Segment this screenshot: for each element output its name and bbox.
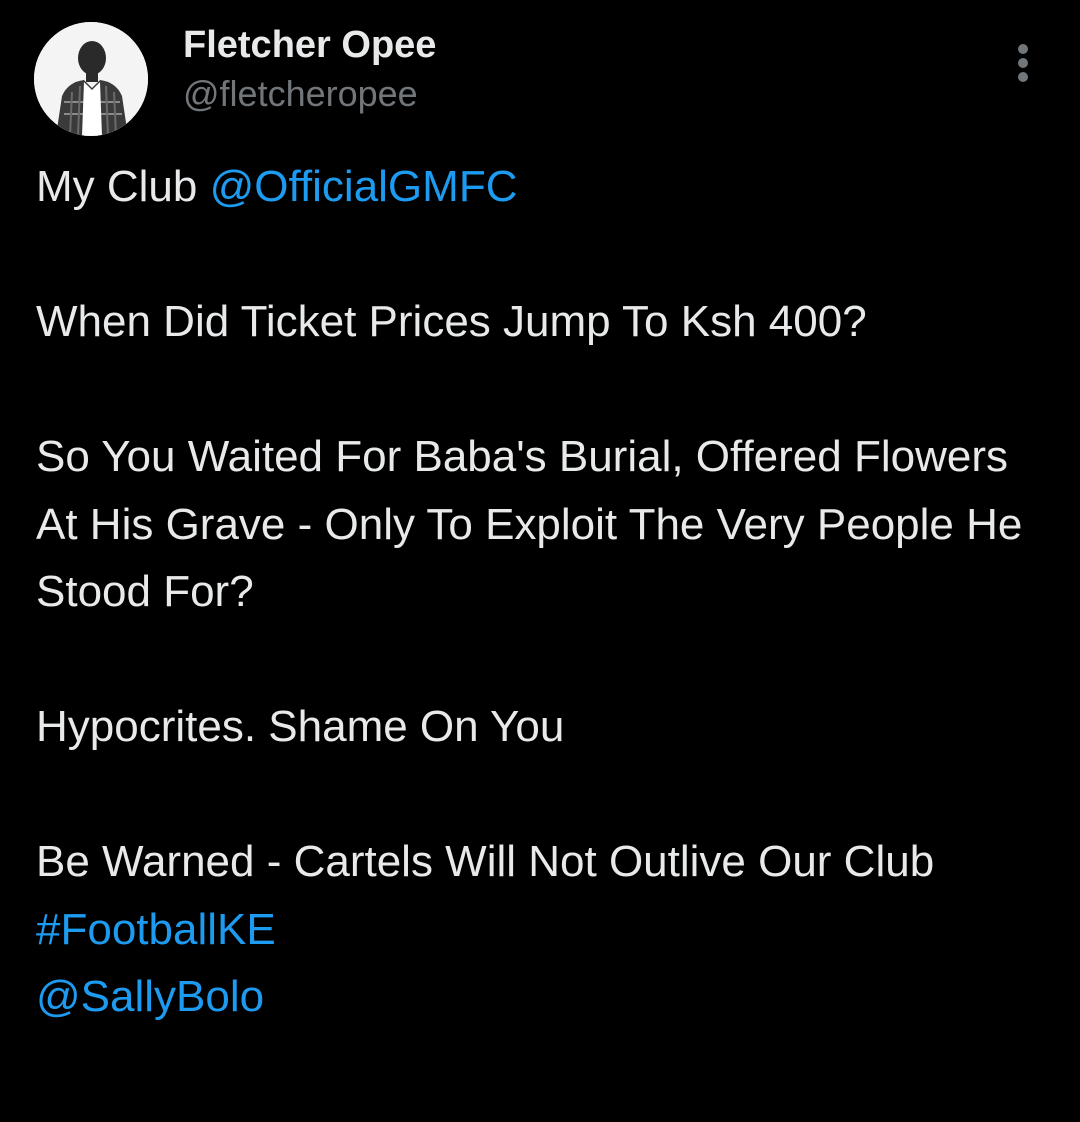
more-vertical-icon bbox=[1018, 58, 1028, 68]
tweet-line: Be Warned - Cartels Will Not Outlive Our… bbox=[36, 837, 935, 886]
more-vertical-icon bbox=[1018, 72, 1028, 82]
tweet-text: My Club @OfficialGMFC When Did Ticket Pr… bbox=[36, 153, 1046, 1031]
author-handle[interactable]: @fletcheropee bbox=[183, 72, 418, 116]
tweet-line: When Did Ticket Prices Jump To Ksh 400? bbox=[36, 297, 867, 346]
more-vertical-icon bbox=[1018, 44, 1028, 54]
tweet-header: Fletcher Opee @fletcheropee bbox=[0, 0, 1080, 150]
tweet-line: @SallyBolo bbox=[36, 963, 1046, 1031]
hashtag-link-footballke[interactable]: #FootballKE bbox=[36, 905, 276, 954]
mention-link-officialgmfc[interactable]: @OfficialGMFC bbox=[210, 162, 518, 211]
profile-photo-icon bbox=[34, 22, 148, 136]
tweet-line: #FootballKE bbox=[36, 896, 1046, 964]
author-display-name[interactable]: Fletcher Opee bbox=[183, 22, 436, 68]
tweet-line: Hypocrites. Shame On You bbox=[36, 702, 565, 751]
tweet-line: My Club @OfficialGMFC bbox=[36, 153, 1046, 221]
author-avatar[interactable] bbox=[34, 22, 148, 136]
tweet-line: So You Waited For Baba's Burial, Offered… bbox=[36, 432, 1023, 616]
mention-link-sallybolo[interactable]: @SallyBolo bbox=[36, 972, 264, 1021]
tweet-text-span: My Club bbox=[36, 162, 210, 211]
more-options-button[interactable] bbox=[1002, 38, 1044, 86]
